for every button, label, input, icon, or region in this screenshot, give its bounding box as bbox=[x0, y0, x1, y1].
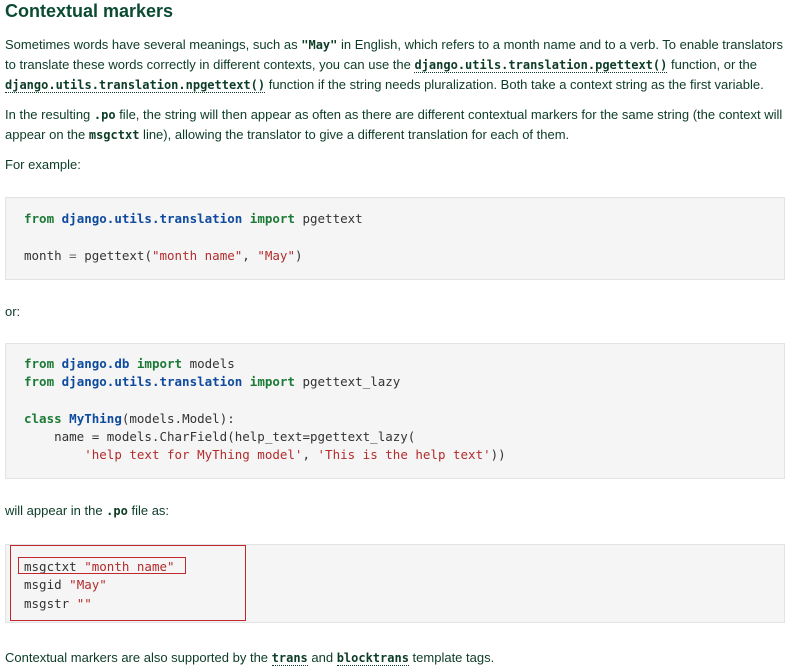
code-block-pgettext-lazy: from django.db import models from django… bbox=[5, 343, 785, 479]
trans-link[interactable]: trans bbox=[271, 650, 308, 666]
for-example-text: For example: bbox=[5, 157, 81, 172]
inline-code-may: "May" bbox=[301, 38, 338, 52]
closing-paragraph: Contextual markers are also supported by… bbox=[5, 650, 495, 666]
npgettext-link[interactable]: django.utils.translation.npgettext() bbox=[5, 77, 266, 93]
page-title: Contextual markers bbox=[5, 1, 174, 21]
highlight-box-msgctxt bbox=[18, 557, 186, 574]
or-text: or: bbox=[5, 304, 21, 319]
inline-code-po-2: .po bbox=[106, 504, 128, 518]
resulting-paragraph: In the resulting .po file, the string wi… bbox=[5, 107, 783, 142]
inline-code-po: .po bbox=[93, 108, 116, 122]
intro-paragraph: Sometimes words have several meanings, s… bbox=[5, 37, 783, 93]
will-appear-text: will appear in the .po file as: bbox=[5, 503, 170, 518]
code-block-pgettext: from django.utils.translation import pge… bbox=[5, 197, 785, 280]
pgettext-link[interactable]: django.utils.translation.pgettext() bbox=[414, 57, 668, 73]
inline-code-msgctxt: msgctxt bbox=[88, 128, 140, 142]
blocktrans-link[interactable]: blocktrans bbox=[336, 650, 409, 666]
